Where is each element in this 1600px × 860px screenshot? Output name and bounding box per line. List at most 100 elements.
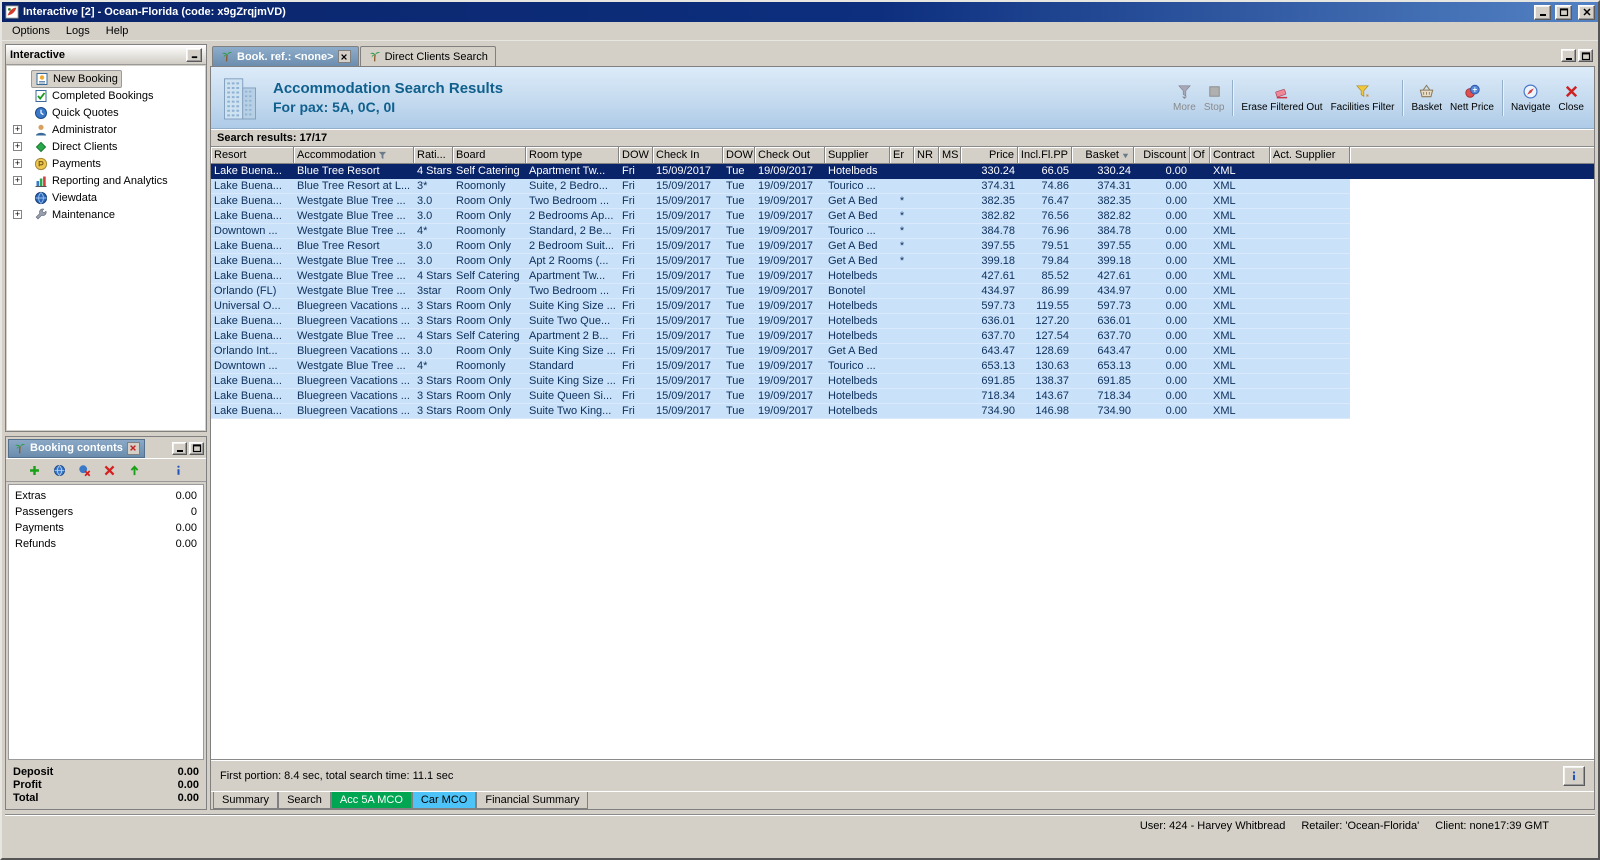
close-button[interactable]: Close	[1558, 83, 1584, 113]
column-header-room-type[interactable]: Room type	[526, 147, 619, 164]
close-tab-button[interactable]	[337, 50, 351, 63]
expand-icon[interactable]: +	[13, 210, 22, 219]
expander-box[interactable]: +	[13, 142, 31, 151]
expander-box[interactable]: +	[13, 159, 31, 168]
export-button[interactable]	[126, 462, 142, 478]
sidebar-item-quick-quotes[interactable]: Quick Quotes	[13, 104, 205, 121]
table-row[interactable]: Lake Buena... Bluegreen Vacations ... 3 St…	[211, 404, 1594, 419]
column-header-contract[interactable]: Contract	[1210, 147, 1270, 164]
info-button[interactable]	[1563, 765, 1585, 786]
column-header-dow[interactable]: DOW	[619, 147, 653, 164]
column-header-filler	[1350, 147, 1594, 164]
column-header-accommodation[interactable]: Accommodation	[294, 147, 414, 164]
table-row[interactable]: Lake Buena... Westgate Blue Tree ... 4 Sta…	[211, 269, 1594, 284]
menu-logs[interactable]: Logs	[58, 23, 98, 39]
bottom-tab-financial-summary[interactable]: Financial Summary	[476, 792, 589, 809]
table-row[interactable]: Downtown ... Westgate Blue Tree ... 4* Room…	[211, 224, 1594, 239]
table-cell	[1190, 179, 1210, 194]
mdi-restore-button[interactable]	[1578, 49, 1593, 62]
column-header-price[interactable]: Price	[961, 147, 1018, 164]
bc-minimize-button[interactable]	[172, 441, 187, 455]
column-header-ms[interactable]: MS	[939, 147, 961, 164]
collapse-panel-button[interactable]	[186, 47, 202, 62]
column-header-act-supplier[interactable]: Act. Supplier	[1270, 147, 1350, 164]
table-row[interactable]: Lake Buena... Westgate Blue Tree ... 3.0 Ro…	[211, 209, 1594, 224]
column-header-rati[interactable]: Rati...	[414, 147, 453, 164]
bottom-tab-summary[interactable]: Summary	[213, 792, 279, 809]
table-row[interactable]: Lake Buena... Westgate Blue Tree ... 4 Sta…	[211, 329, 1594, 344]
cancel-button[interactable]	[76, 462, 92, 478]
table-row[interactable]: Lake Buena... Bluegreen Vacations ... 3 St…	[211, 314, 1594, 329]
column-header-supplier[interactable]: Supplier	[825, 147, 890, 164]
table-cell: Universal O...	[211, 299, 294, 314]
sidebar-item-new-booking[interactable]: New Booking	[13, 69, 205, 88]
column-header-er[interactable]: Er	[890, 147, 914, 164]
info-button[interactable]	[170, 462, 186, 478]
facilities-filter-button[interactable]: Facilities Filter	[1331, 83, 1394, 113]
table-row[interactable]: Downtown ... Westgate Blue Tree ... 4* Room…	[211, 359, 1594, 374]
sidebar-item-completed-bookings[interactable]: Completed Bookings	[13, 87, 205, 104]
menu-help[interactable]: Help	[98, 23, 137, 39]
bottom-tab-car-mco[interactable]: Car MCO	[411, 792, 477, 809]
minimize-button[interactable]	[1534, 4, 1551, 20]
expand-icon[interactable]: +	[13, 176, 22, 185]
table-row[interactable]: Lake Buena... Blue Tree Resort 3.0 Room Onl…	[211, 239, 1594, 254]
sidebar-item-direct-clients[interactable]: + Direct Clients	[13, 138, 205, 155]
expand-icon[interactable]: +	[13, 142, 22, 151]
delete-button[interactable]	[101, 462, 117, 478]
table-row[interactable]: Orlando (FL) Westgate Blue Tree ... 3star R…	[211, 284, 1594, 299]
column-header-resort[interactable]: Resort	[211, 147, 294, 164]
expand-icon[interactable]: +	[13, 125, 22, 134]
menu-options[interactable]: Options	[4, 23, 58, 39]
expander-box[interactable]: +	[13, 210, 31, 219]
sidebar-item-viewdata[interactable]: Viewdata	[13, 189, 205, 206]
column-header-board[interactable]: Board	[453, 147, 526, 164]
bottom-tab-acc-5a-mco[interactable]: Acc 5A MCO	[330, 792, 412, 809]
table-row[interactable]: Lake Buena... Bluegreen Vacations ... 3 St…	[211, 389, 1594, 404]
tab-direct-clients-search[interactable]: Direct Clients Search	[359, 46, 496, 66]
title-bar[interactable]: Interactive [2] - Ocean-Florida (code: x…	[2, 2, 1598, 22]
row-filler	[1350, 209, 1594, 224]
close-button[interactable]	[1578, 4, 1595, 20]
column-header-check-in[interactable]: Check In	[653, 147, 723, 164]
table-cell: Blue Tree Resort at L...	[294, 179, 414, 194]
column-header-of[interactable]: Of	[1190, 147, 1210, 164]
navigate-button[interactable]: Navigate	[1511, 83, 1550, 113]
table-row[interactable]: Lake Buena... Westgate Blue Tree ... 3.0 Ro…	[211, 194, 1594, 209]
table-cell	[939, 179, 961, 194]
sidebar-item-maintenance[interactable]: + Maintenance	[13, 206, 205, 223]
nett-price-button[interactable]: Nett Price	[1450, 83, 1494, 113]
bc-maximize-button[interactable]	[189, 441, 204, 455]
sidebar-item-payments[interactable]: + Payments	[13, 155, 205, 172]
table-row[interactable]: Orlando Int... Bluegreen Vacations ... 3.0…	[211, 344, 1594, 359]
booking-contents-close-button[interactable]	[126, 441, 140, 455]
expander-box[interactable]: +	[13, 176, 31, 185]
table-row[interactable]: Lake Buena... Blue Tree Resort at L... 3* R…	[211, 179, 1594, 194]
booking-contents-tab[interactable]: Booking contents	[8, 438, 145, 458]
column-header-nr[interactable]: NR	[914, 147, 939, 164]
sidebar-item-administrator[interactable]: + Administrator	[13, 121, 205, 138]
globe-button[interactable]	[51, 462, 67, 478]
column-header-check-out[interactable]: Check Out	[755, 147, 825, 164]
table-row[interactable]: Lake Buena... Blue Tree Resort 4 Stars Self…	[211, 164, 1594, 179]
table-cell	[914, 269, 939, 284]
table-cell	[1270, 404, 1350, 419]
expander-box[interactable]: +	[13, 125, 31, 134]
erase-filtered-out-button[interactable]: Erase Filtered Out	[1241, 83, 1323, 113]
table-row[interactable]: Universal O... Bluegreen Vacations ... 3 S…	[211, 299, 1594, 314]
table-cell: 19/09/2017	[755, 389, 825, 404]
maximize-button[interactable]	[1555, 4, 1572, 20]
column-header-incl-fl-pp[interactable]: Incl.Fl.PP	[1018, 147, 1072, 164]
add-button[interactable]	[26, 462, 42, 478]
bottom-tab-search[interactable]: Search	[278, 792, 331, 809]
table-row[interactable]: Lake Buena... Bluegreen Vacations ... 3 St…	[211, 374, 1594, 389]
column-header-dow[interactable]: DOW	[723, 147, 755, 164]
table-row[interactable]: Lake Buena... Westgate Blue Tree ... 3.0 Ro…	[211, 254, 1594, 269]
expand-icon[interactable]: +	[13, 159, 22, 168]
sidebar-item-reporting-and-analytics[interactable]: + Reporting and Analytics	[13, 172, 205, 189]
tab-book-ref-none[interactable]: Book. ref.: <none>	[212, 46, 359, 66]
column-header-discount[interactable]: Discount	[1134, 147, 1190, 164]
mdi-minimize-button[interactable]	[1561, 49, 1576, 62]
column-header-basket[interactable]: Basket	[1072, 147, 1134, 164]
basket-button[interactable]: Basket	[1411, 83, 1442, 113]
